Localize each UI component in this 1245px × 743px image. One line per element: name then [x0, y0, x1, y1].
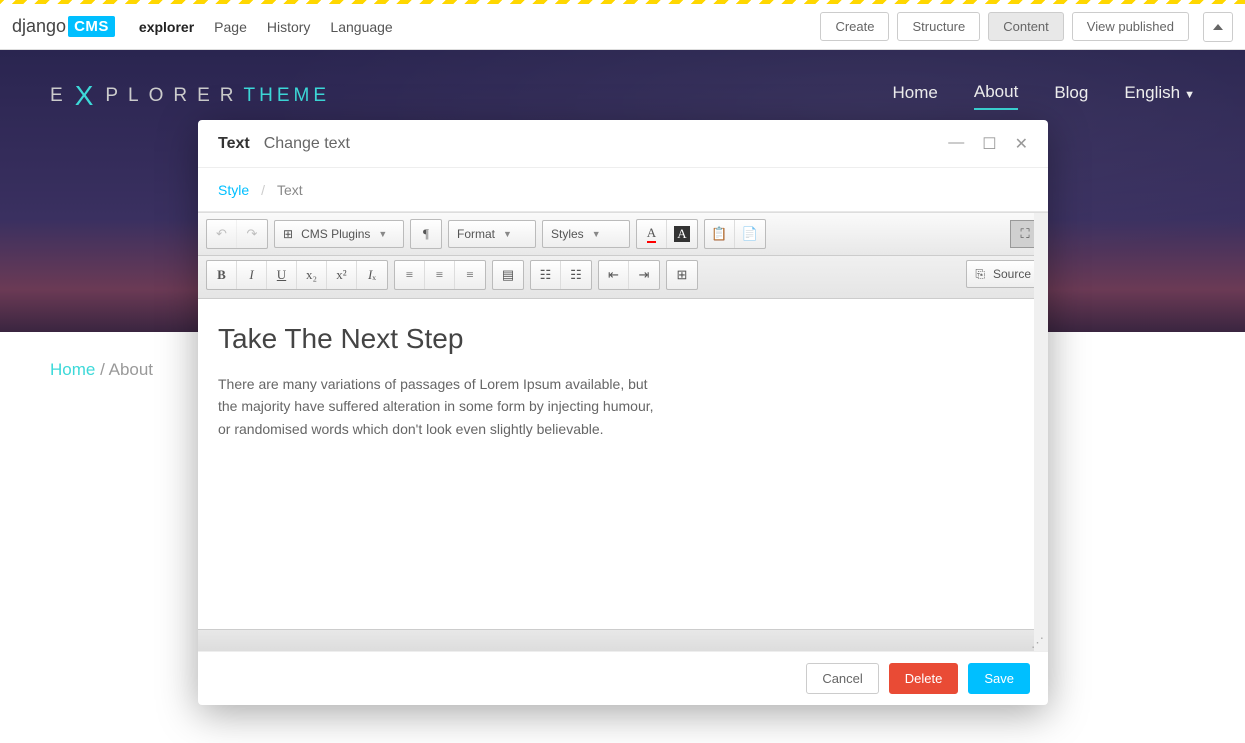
- site-nav: E X PLORER THEME Home About Blog English…: [50, 80, 1195, 112]
- bold-button[interactable]: B: [207, 261, 237, 289]
- text-color-button[interactable]: A: [637, 220, 667, 248]
- minimize-icon[interactable]: —: [948, 134, 964, 154]
- django-cms-logo[interactable]: django CMS: [12, 16, 115, 37]
- editor-scrollbar[interactable]: [1034, 213, 1048, 651]
- paste-word-button[interactable]: 📄: [735, 220, 765, 248]
- subscript-button[interactable]: x₂: [297, 261, 327, 289]
- content-paragraph: There are many variations of passages of…: [218, 373, 658, 440]
- bulleted-list-button[interactable]: ☷: [561, 261, 591, 289]
- indent-button[interactable]: ⇥: [629, 261, 659, 289]
- nav-home[interactable]: Home: [893, 83, 938, 109]
- cms-plugins-dropdown[interactable]: ⊞ CMS Plugins ▼: [274, 220, 404, 248]
- align-justify-button[interactable]: ▤: [493, 261, 523, 289]
- breadcrumb-home[interactable]: Home: [50, 360, 95, 379]
- underline-button[interactable]: U: [267, 261, 297, 289]
- breadcrumb-current: About: [109, 360, 153, 379]
- modal-header: Text Change text — ☐ ✕: [198, 120, 1048, 168]
- cancel-button[interactable]: Cancel: [806, 663, 878, 694]
- caret-up-icon: [1213, 24, 1223, 30]
- align-right-button[interactable]: ≡: [455, 261, 485, 289]
- styles-dropdown[interactable]: Styles▼: [542, 220, 630, 248]
- format-dropdown[interactable]: Format▼: [448, 220, 536, 248]
- outdent-button[interactable]: ⇤: [599, 261, 629, 289]
- view-published-button[interactable]: View published: [1072, 12, 1189, 41]
- align-left-button[interactable]: ≡: [395, 261, 425, 289]
- show-blocks-button[interactable]: ¶: [411, 220, 441, 248]
- toolbar-item-page[interactable]: Page: [204, 19, 257, 35]
- italic-button[interactable]: I: [237, 261, 267, 289]
- align-center-button[interactable]: ≡: [425, 261, 455, 289]
- delete-button[interactable]: Delete: [889, 663, 959, 694]
- numbered-list-button[interactable]: ☷: [531, 261, 561, 289]
- save-button[interactable]: Save: [968, 663, 1030, 694]
- tab-style[interactable]: Style: [218, 182, 249, 198]
- redo-button[interactable]: ↷: [237, 220, 267, 248]
- nav-language[interactable]: English▼: [1124, 83, 1195, 109]
- caret-down-icon: ▼: [1184, 89, 1195, 101]
- structure-button[interactable]: Structure: [897, 12, 980, 41]
- site-logo[interactable]: E X PLORER THEME: [50, 80, 330, 112]
- toolbar-item-language[interactable]: Language: [320, 19, 402, 35]
- ck-toolbar-row1: ↶ ↷ ⊞ CMS Plugins ▼ ¶ Format▼ Styles▼ A: [198, 213, 1048, 256]
- resize-handle-icon[interactable]: ⋰: [1031, 635, 1044, 651]
- content-heading: Take The Next Step: [218, 323, 1028, 355]
- editor-statusbar: [198, 629, 1048, 651]
- plugin-icon: ⊞: [283, 227, 293, 241]
- close-icon[interactable]: ✕: [1015, 134, 1028, 154]
- text-editor-modal: Text Change text — ☐ ✕ Style / Text ↶ ↷ …: [198, 120, 1048, 705]
- tab-text: Text: [277, 182, 303, 198]
- modal-title: Change text: [264, 135, 350, 153]
- bg-color-button[interactable]: A: [667, 220, 697, 248]
- logo-badge: CMS: [68, 16, 115, 37]
- source-icon: ⎘: [975, 267, 985, 282]
- chevron-down-icon: ▼: [378, 229, 387, 239]
- ck-toolbar-row2: B I U x₂ x² Iₓ ≡ ≡ ≡ ▤ ☷ ☷ ⇤: [198, 256, 1048, 299]
- toolbar-item-history[interactable]: History: [257, 19, 321, 35]
- undo-button[interactable]: ↶: [207, 220, 237, 248]
- superscript-button[interactable]: x²: [327, 261, 357, 289]
- remove-format-button[interactable]: Iₓ: [357, 261, 387, 289]
- table-button[interactable]: ⊞: [667, 261, 697, 289]
- modal-title-bold: Text: [218, 135, 250, 153]
- modal-footer: Cancel Delete Save ⋰: [198, 651, 1048, 705]
- nav-about[interactable]: About: [974, 82, 1018, 110]
- toolbar-item-explorer[interactable]: explorer: [129, 19, 204, 35]
- modal-breadcrumb: Style / Text: [198, 168, 1048, 212]
- cms-toolbar: django CMS explorer Page History Languag…: [0, 4, 1245, 50]
- source-button[interactable]: ⎘ Source: [966, 260, 1040, 288]
- logo-text: django: [12, 16, 66, 37]
- maximize-icon[interactable]: ☐: [982, 134, 996, 154]
- nav-blog[interactable]: Blog: [1054, 83, 1088, 109]
- toolbar-collapse-toggle[interactable]: [1203, 12, 1233, 42]
- paste-text-button[interactable]: 📋: [705, 220, 735, 248]
- editor-content[interactable]: Take The Next Step There are many variat…: [198, 299, 1048, 629]
- ckeditor: ↶ ↷ ⊞ CMS Plugins ▼ ¶ Format▼ Styles▼ A: [198, 212, 1048, 651]
- content-button[interactable]: Content: [988, 12, 1064, 41]
- create-button[interactable]: Create: [820, 12, 889, 41]
